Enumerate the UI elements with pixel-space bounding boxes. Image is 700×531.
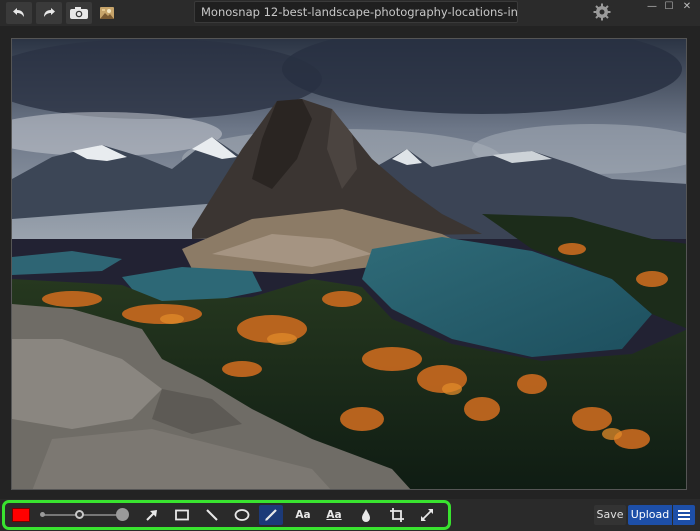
arrow-icon	[146, 510, 157, 521]
undo-icon	[13, 8, 24, 17]
window-title: Monosnap 12-best-landscape-photography-l…	[194, 1, 518, 23]
save-button[interactable]: Save	[594, 505, 626, 525]
line-icon	[206, 509, 218, 521]
rectangle-tool[interactable]	[170, 505, 194, 525]
color-picker[interactable]	[12, 508, 30, 522]
slider-thumb[interactable]	[75, 510, 84, 519]
crop-tool[interactable]	[385, 505, 409, 525]
outlined-text-tool[interactable]: Aa	[322, 505, 346, 525]
undo-button[interactable]	[6, 2, 32, 24]
outlined-text-icon: Aa	[326, 509, 342, 521]
editor-canvas	[0, 26, 700, 499]
rectangle-icon	[175, 509, 189, 521]
pen-icon	[265, 509, 277, 521]
text-icon: Aa	[295, 509, 311, 521]
crop-icon	[390, 508, 404, 522]
bottom-toolbar: Aa Aa Save Upload	[0, 499, 700, 531]
redo-button[interactable]	[36, 2, 62, 24]
text-tool[interactable]: Aa	[291, 505, 315, 525]
resize-icon	[421, 509, 433, 521]
capture-button[interactable]	[66, 2, 92, 24]
camera-icon	[70, 7, 88, 19]
pen-tool[interactable]	[259, 505, 283, 525]
menu-button[interactable]	[673, 505, 695, 525]
ellipse-tool[interactable]	[230, 505, 254, 525]
settings-button[interactable]	[592, 2, 612, 22]
close-button[interactable]: ✕	[676, 0, 698, 14]
blur-icon	[362, 509, 370, 522]
image-icon	[100, 7, 114, 19]
landscape-photo	[12, 39, 686, 489]
screenshot-image[interactable]	[11, 38, 687, 490]
line-tool[interactable]	[200, 505, 224, 525]
open-image-button[interactable]	[96, 2, 118, 24]
arrow-tool[interactable]	[140, 505, 164, 525]
gear-icon	[593, 3, 611, 21]
resize-tool[interactable]	[415, 505, 439, 525]
slider-max-dot	[116, 508, 129, 521]
upload-button[interactable]: Upload	[628, 505, 672, 525]
ellipse-icon	[234, 509, 250, 521]
slider-min-dot	[40, 512, 45, 517]
title-bar: Monosnap 12-best-landscape-photography-l…	[0, 0, 700, 26]
hamburger-menu-icon	[678, 510, 690, 520]
blur-tool[interactable]	[354, 505, 378, 525]
redo-icon	[44, 8, 55, 17]
stroke-width-slider[interactable]	[44, 514, 124, 516]
monosnap-editor-window: Monosnap 12-best-landscape-photography-l…	[0, 0, 700, 531]
